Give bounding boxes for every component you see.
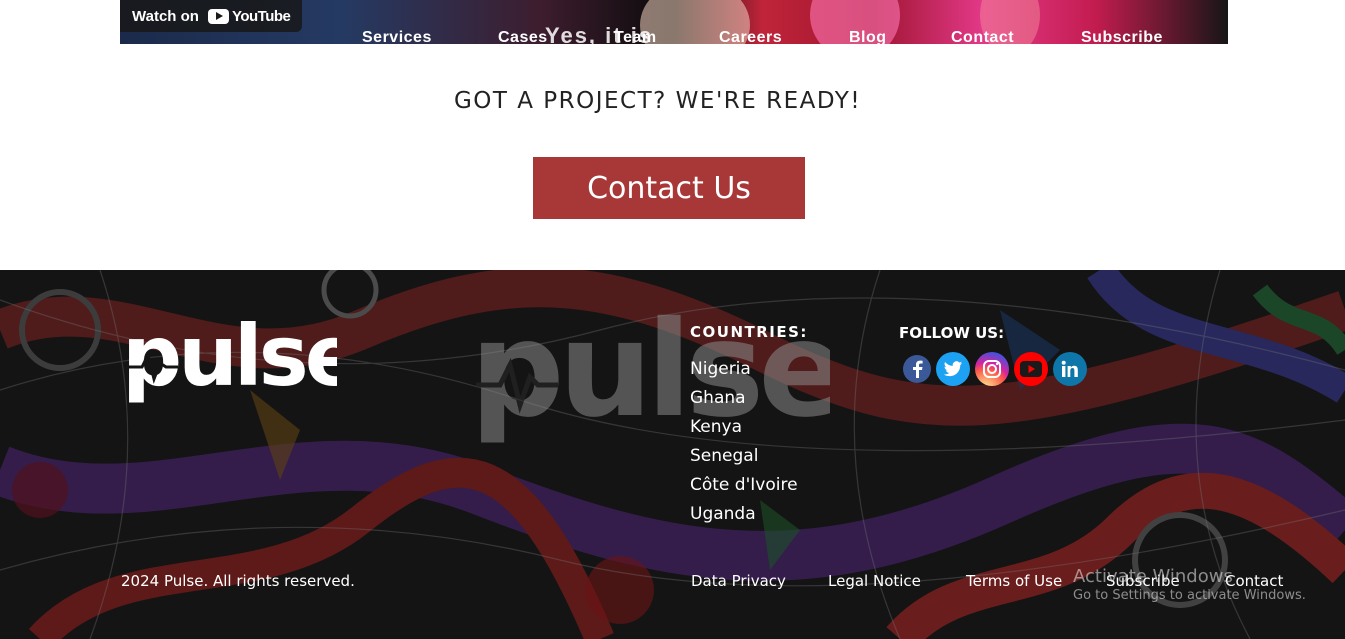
nav-link-services[interactable]: Services: [362, 29, 432, 44]
nav-link-careers[interactable]: Careers: [719, 29, 782, 44]
country-link-uganda[interactable]: Uganda: [690, 500, 798, 529]
countries-list: Nigeria Ghana Kenya Senegal Côte d'Ivoir…: [690, 355, 798, 529]
video-embed[interactable]: Watch on YouTube Yes, it is Services Cas…: [120, 0, 1228, 44]
youtube-logo-text: YouTube: [231, 7, 291, 25]
activation-subtitle: Go to Settings to activate Windows.: [1073, 588, 1306, 603]
country-link-kenya[interactable]: Kenya: [690, 413, 798, 442]
nav-link-blog[interactable]: Blog: [849, 29, 887, 44]
follow-us-title: FOLLOW US:: [899, 324, 1005, 342]
watch-on-label: Watch on: [132, 7, 199, 25]
youtube-play-icon: [207, 8, 229, 24]
watch-on-youtube-button[interactable]: Watch on YouTube: [120, 0, 303, 32]
contact-us-button[interactable]: Contact Us: [533, 157, 805, 219]
pulse-logo[interactable]: pulse: [122, 319, 337, 415]
windows-activation-watermark: Activate Windows Go to Settings to activ…: [1073, 566, 1306, 603]
nav-link-team[interactable]: Team: [614, 29, 657, 44]
country-link-senegal[interactable]: Senegal: [690, 442, 798, 471]
nav-link-subscribe[interactable]: Subscribe: [1081, 29, 1163, 44]
facebook-icon[interactable]: [903, 355, 931, 383]
youtube-logo: YouTube: [207, 7, 291, 25]
country-link-cote-divoire[interactable]: Côte d'Ivoire: [690, 471, 798, 500]
twitter-icon[interactable]: [936, 352, 970, 386]
instagram-icon[interactable]: [975, 352, 1009, 386]
youtube-icon[interactable]: [1014, 352, 1048, 386]
footer-link-terms-of-use[interactable]: Terms of Use: [966, 572, 1062, 590]
country-link-ghana[interactable]: Ghana: [690, 384, 798, 413]
footer: pulse pulse COUNTRIES: Nigeria Ghana Ken…: [0, 270, 1345, 639]
footer-link-data-privacy[interactable]: Data Privacy: [691, 572, 786, 590]
pulse-logo-text: pulse: [122, 319, 337, 405]
countries-title: COUNTRIES:: [690, 323, 808, 341]
activation-title: Activate Windows: [1073, 566, 1233, 587]
nav-link-contact[interactable]: Contact: [951, 29, 1014, 44]
country-link-nigeria[interactable]: Nigeria: [690, 355, 798, 384]
linkedin-icon[interactable]: [1053, 352, 1087, 386]
cta-heading: GOT A PROJECT? WE'RE READY!: [453, 88, 862, 114]
nav-link-cases[interactable]: Cases: [498, 29, 548, 44]
copyright-text: 2024 Pulse. All rights reserved.: [121, 572, 355, 590]
footer-link-legal-notice[interactable]: Legal Notice: [828, 572, 921, 590]
social-links: [903, 352, 1087, 386]
